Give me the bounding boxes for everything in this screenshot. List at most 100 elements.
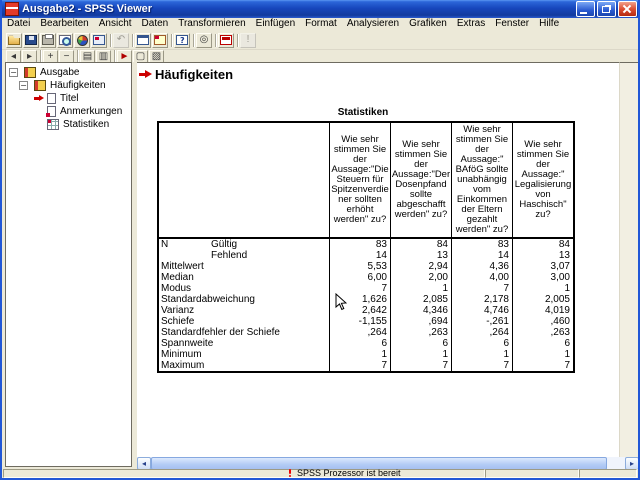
outline-item-haeufigkeiten[interactable]: −Häufigkeiten <box>6 79 131 92</box>
menu-analysieren[interactable]: Analysieren <box>342 18 404 30</box>
value-cell: 2,005 <box>513 294 575 305</box>
menu-format[interactable]: Format <box>300 18 342 30</box>
row-label: Varianz <box>161 305 211 316</box>
goto-case-button[interactable] <box>152 33 168 48</box>
expand-icon: + <box>48 52 54 62</box>
toolbar-separator <box>171 34 172 47</box>
value-cell: 7 <box>452 283 513 294</box>
toolbar-separator <box>132 34 133 47</box>
outline-pane: −Ausgabe−HäufigkeitenTitelAnmerkungenSta… <box>5 62 132 467</box>
table-column-header: Wie sehrstimmen SiederAussage:"BAföG sol… <box>452 122 513 238</box>
variables-button[interactable] <box>174 33 190 48</box>
outline-item-ausgabe[interactable]: −Ausgabe <box>6 66 131 79</box>
status-bar: SPSS Prozessor ist bereit <box>2 469 638 478</box>
print-preview-button[interactable] <box>57 33 73 48</box>
menu-grafiken[interactable]: Grafiken <box>404 18 452 30</box>
toolbar-separator <box>193 34 194 47</box>
show-icon: ▤ <box>83 52 92 62</box>
table-icon <box>47 119 59 130</box>
outline-item-statistiken[interactable]: Statistiken <box>6 118 131 131</box>
value-cell: 3,07 <box>513 261 575 272</box>
status-panel-2 <box>485 469 579 478</box>
menu-fenster[interactable]: Fenster <box>490 18 534 30</box>
value-cell: 84 <box>391 238 452 250</box>
value-cell: 7 <box>330 360 391 372</box>
value-cell: 1 <box>330 349 391 360</box>
outline-item-label: Titel <box>59 92 80 105</box>
row-label-cell: Standardabweichung <box>158 294 330 305</box>
open-icon <box>8 35 20 45</box>
menu-daten[interactable]: Daten <box>137 18 174 30</box>
outline-item-titel[interactable]: Titel <box>6 92 131 105</box>
table-column-header: Wie sehrstimmen SiederAussage:"Legalisie… <box>513 122 575 238</box>
row-label-cell: NGültig <box>158 238 330 250</box>
undo-icon: ↶ <box>117 35 125 45</box>
recall-dialogs-button[interactable] <box>91 33 107 48</box>
menu-hilfe[interactable]: Hilfe <box>534 18 564 30</box>
row-label-cell: Standardfehler der Schiefe <box>158 327 330 338</box>
book-icon <box>24 67 36 78</box>
hide-icon: ▥ <box>99 52 108 62</box>
export-output-button[interactable] <box>74 33 90 48</box>
row-label: Median <box>161 272 211 283</box>
open-button[interactable] <box>6 33 22 48</box>
menu-bearbeiten[interactable]: Bearbeiten <box>35 18 93 30</box>
toolbar-separator <box>215 34 216 47</box>
minimize-button[interactable] <box>576 1 595 17</box>
heading-arrow-icon <box>139 70 152 79</box>
value-cell: 4,346 <box>391 305 452 316</box>
selected-item-arrow-icon <box>34 95 44 102</box>
app-icon <box>5 2 19 16</box>
insert-heading-icon: ► <box>120 52 130 62</box>
value-cell: 1 <box>513 283 575 294</box>
table-row: Mittelwert5,532,944,363,07 <box>158 261 574 272</box>
menu-datei[interactable]: Datei <box>2 18 35 30</box>
goto-data-icon <box>137 35 149 45</box>
row-label: Minimum <box>161 349 211 360</box>
value-cell: 6 <box>391 338 452 349</box>
select-last-output-button[interactable] <box>218 33 234 48</box>
tree-expander-icon[interactable]: − <box>19 81 28 90</box>
menu-ansicht[interactable]: Ansicht <box>94 18 137 30</box>
variables-icon <box>176 35 188 45</box>
table-column-header: Wie sehrstimmen SiederAussage:"DerDosenp… <box>391 122 452 238</box>
row-label: Standardabweichung <box>161 294 255 305</box>
undo-button: ↶ <box>113 33 129 48</box>
value-cell: 13 <box>513 250 575 261</box>
value-cell: 4,746 <box>452 305 513 316</box>
outline-item-label: Statistiken <box>62 118 110 131</box>
outline-item-label: Anmerkungen <box>59 105 123 118</box>
table-caption: Statistiken <box>157 107 569 118</box>
page-icon <box>47 93 56 104</box>
table-row: Spannweite6666 <box>158 338 574 349</box>
close-button[interactable] <box>618 1 637 17</box>
use-sets-icon: ◎ <box>200 35 209 45</box>
menu-extras[interactable]: Extras <box>452 18 490 30</box>
save-button[interactable] <box>23 33 39 48</box>
menu-einfuegen[interactable]: Einfügen <box>251 18 300 30</box>
window-title: Ausgabe2 - SPSS Viewer <box>22 3 576 15</box>
outline-item-anmerkungen[interactable]: Anmerkungen <box>6 105 131 118</box>
titlebar[interactable]: Ausgabe2 - SPSS Viewer <box>0 0 640 18</box>
row-label-cell: Median <box>158 272 330 283</box>
row-label: N <box>161 239 211 250</box>
statistics-table[interactable]: Wie sehrstimmen SiederAussage:"DieSteuer… <box>157 121 575 373</box>
row-label: Spannweite <box>161 338 213 349</box>
print-button[interactable] <box>40 33 56 48</box>
value-cell: -1,155 <box>330 316 391 327</box>
book-icon <box>34 80 46 91</box>
menu-transformieren[interactable]: Transformieren <box>173 18 250 30</box>
restore-button[interactable] <box>597 1 616 17</box>
table-header-row: Wie sehrstimmen SiederAussage:"DieSteuer… <box>158 122 574 238</box>
value-cell: 7 <box>391 360 452 372</box>
value-cell: ,264 <box>452 327 513 338</box>
output-heading: Häufigkeiten <box>155 67 233 82</box>
vertical-scrollbar-track[interactable] <box>619 62 640 457</box>
goto-data-button[interactable] <box>135 33 151 48</box>
tree-expander-icon[interactable]: − <box>9 68 18 77</box>
value-cell: 7 <box>452 360 513 372</box>
use-sets-button[interactable]: ◎ <box>196 33 212 48</box>
row-label-cell: Minimum <box>158 349 330 360</box>
print-icon <box>42 35 54 45</box>
value-cell: 4,36 <box>452 261 513 272</box>
